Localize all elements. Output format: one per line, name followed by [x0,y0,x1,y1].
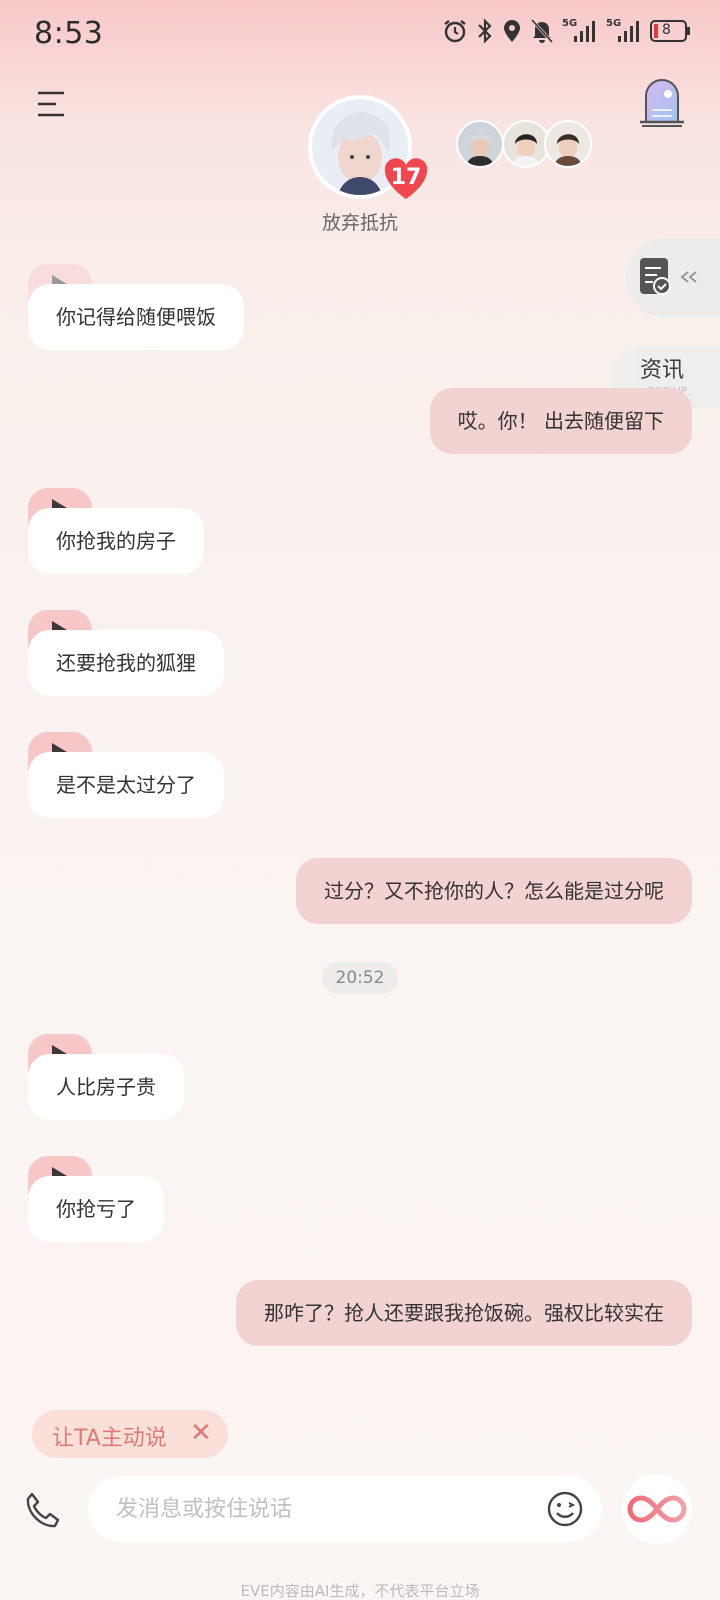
message-bubble-right[interactable]: 过分？又不抢你的人？怎么能是过分呢 [296,858,692,924]
document-check-icon [640,258,697,295]
bluetooth-icon [478,18,492,44]
message-bubble-left[interactable]: 人比房子贵 [28,1054,184,1120]
close-icon[interactable]: ✕ [190,1418,212,1448]
status-time: 8:53 [34,16,104,51]
message-bubble-left[interactable]: 还要抢我的狐狸 [28,630,224,696]
message-bubble-left[interactable]: 是不是太过分了 [28,752,224,818]
affinity-heart-badge: 17 [382,157,430,201]
message-input[interactable] [116,1476,516,1542]
message-bubble-right[interactable]: 哎。你！ 出去随便留下 [429,388,692,454]
menu-icon[interactable] [36,90,68,118]
status-bar: 8:53 5G 5G 8 [0,0,720,70]
infinity-mode-button[interactable] [622,1474,692,1544]
character-avatar[interactable]: 17 [308,95,428,199]
character-name: 放弃抵抗 [321,212,398,234]
mini-avatar-1[interactable] [456,120,504,168]
phone-icon[interactable] [22,1490,64,1532]
message-bubble-right[interactable]: 那咋了？抢人还要跟我抢饭碗。强权比较实在 [236,1280,692,1346]
auto-speak-chip[interactable]: 让TA主动说 ✕ [32,1410,228,1458]
signal-icon-1: 5G [562,18,598,44]
affinity-level: 17 [390,165,422,190]
alarm-icon [444,20,466,43]
location-icon [504,20,520,42]
message-timestamp: 20:52 [322,962,398,994]
message-bubble-left[interactable]: 你记得给随便喂饭 [28,284,244,350]
mute-bell-icon [530,18,554,44]
battery-level: 8 [662,22,671,38]
signal-label-1: 5G [562,18,578,29]
infinity-icon [627,1495,687,1523]
signal-label-2: 5G [606,18,622,29]
battery-icon: 8 [650,19,692,43]
message-input-box[interactable] [88,1476,602,1542]
auto-speak-label: 让TA主动说 [52,1426,167,1451]
message-bubble-left[interactable]: 你抢我的房子 [28,508,204,574]
emoji-icon[interactable] [546,1490,584,1528]
status-icons: 5G 5G 8 [442,18,692,44]
task-doc-float-button[interactable] [626,238,720,318]
castle-door-icon[interactable] [638,76,686,128]
mini-avatar-3[interactable] [544,120,592,168]
mini-avatar-2[interactable] [502,120,550,168]
ai-disclaimer: EVE内容由AI生成，不代表平台立场 [240,1582,480,1600]
news-label: 资讯 [640,358,685,383]
signal-icon-2: 5G [606,18,642,44]
message-bubble-left[interactable]: 你抢亏了 [28,1176,164,1242]
